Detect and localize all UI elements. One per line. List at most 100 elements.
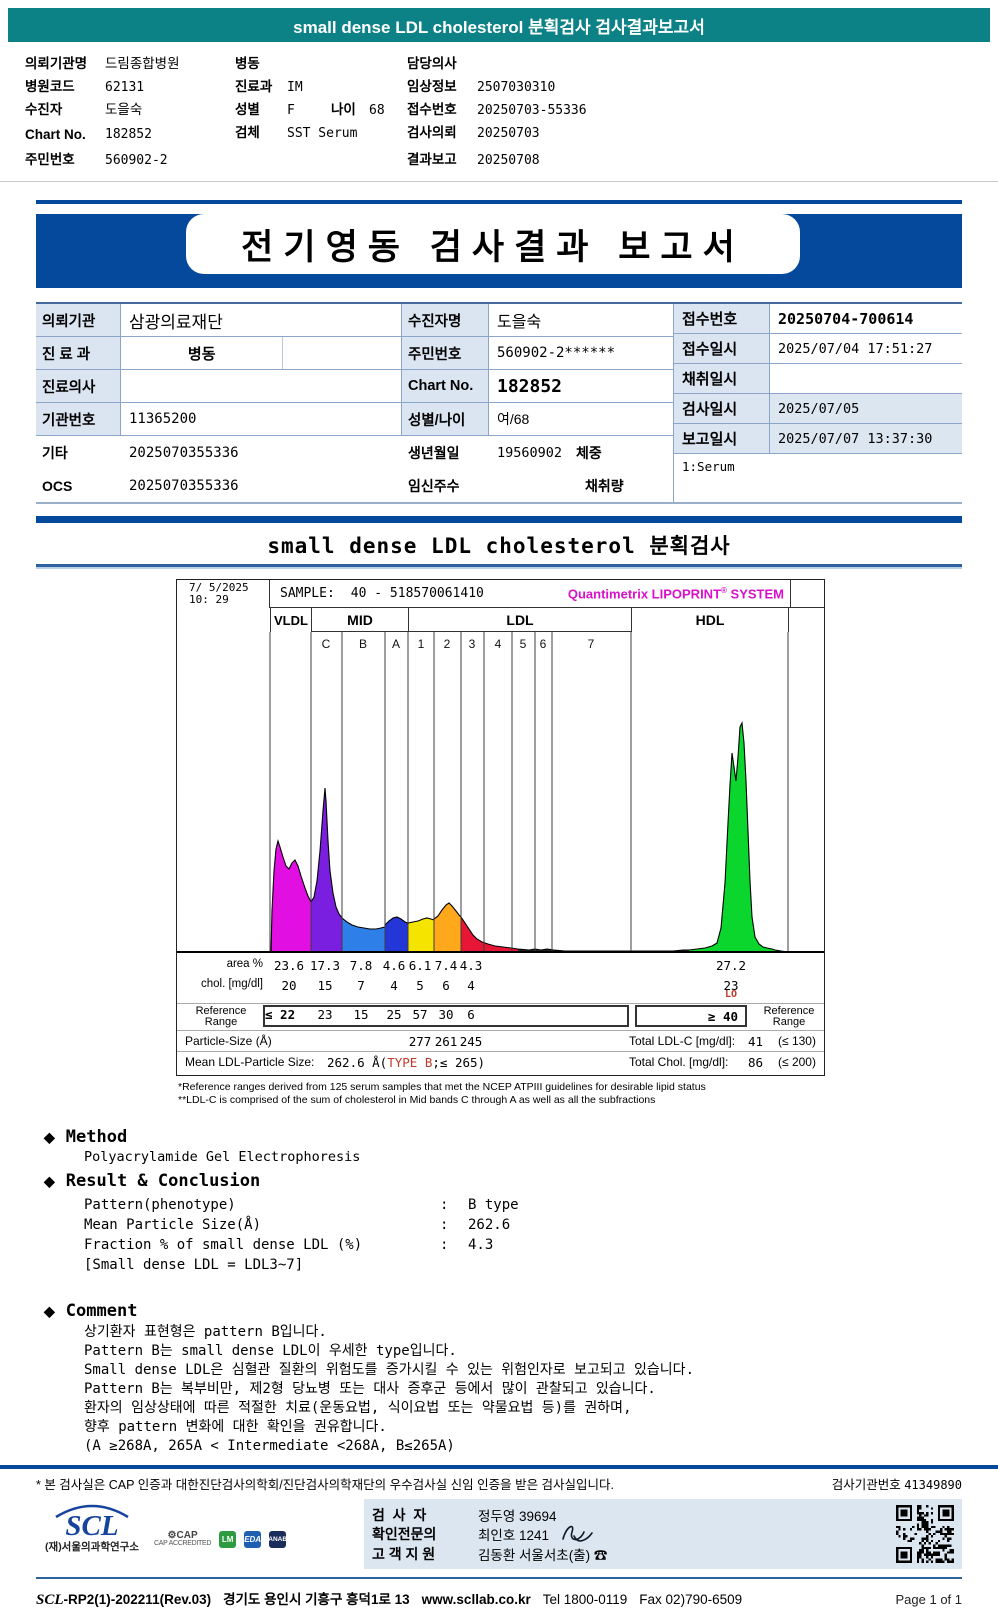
sample-label: SAMPLE: (280, 586, 335, 601)
particle-size-value: 245 (459, 1034, 483, 1049)
band-label-hdl: HDL (631, 608, 788, 632)
anab-cert-logo: ANAB (268, 1531, 287, 1548)
colon: : (440, 1217, 449, 1233)
cell-value: 560902-2****** (497, 345, 616, 361)
cell-value: 여/68 (497, 411, 530, 427)
cell-label: 채취일시 (674, 364, 770, 393)
field-value: 68 (369, 103, 385, 118)
chart-stats: area % 23.6 17.3 7.8 4.6 6.1 7.4 4.3 27.… (177, 955, 824, 1075)
band-label-mid: MID (311, 608, 408, 632)
ref-label-line2: Range (204, 1016, 238, 1028)
band-tail-cell (788, 608, 823, 632)
request-table-right: 접수번호 20250704-700614 접수일시 2025/07/04 17:… (673, 304, 962, 502)
field-label: 결과보고 (407, 152, 457, 167)
svg-text:C: C (322, 637, 331, 651)
field-label: 병원코드 (25, 79, 75, 94)
cell-label: 주민번호 (402, 337, 489, 369)
staff-value: 김동환 서울서초(출) ☎ (478, 1547, 608, 1563)
result-label: Fraction % of small dense LDL (%) (84, 1237, 363, 1253)
comment-line: Small dense LDL은 심혈관 질환의 위험도를 증가시킬 수 있는 … (84, 1362, 694, 1378)
lab-tel: Tel 1800-0119 (542, 1592, 628, 1607)
bottom-line: SCL -RP2(1)-202211(Rev.03) 경기도 용인시 기흥구 흥… (36, 1588, 962, 1609)
staff-row: 확인전문의 최인호 1241 (372, 1525, 888, 1544)
field-value: 드림종합병원 (105, 56, 180, 71)
field-value: IM (287, 80, 303, 95)
table-row: 검사일시 2025/07/05 (674, 394, 962, 424)
field-label: Chart No. (25, 127, 86, 142)
field-value: 2507030310 (477, 80, 556, 95)
table-row: 기관번호 11365200 성별/나이 여/68 (36, 403, 673, 436)
lipoprint-brand: Quantimetrix LIPOPRINT® SYSTEM (568, 586, 784, 601)
signature (562, 1525, 593, 1542)
report-title-bar: small dense LDL cholesterol 분획검사 검사결과보고서 (8, 8, 990, 42)
ref-value: 6 (467, 1007, 475, 1022)
field-label: 접수번호 (407, 102, 457, 117)
scl-logo-text: SCL (65, 1510, 118, 1541)
area-value: 4.3 (459, 958, 483, 973)
total-ldl-ref: (≤ 130) (778, 1034, 816, 1048)
field-label: 나이 (331, 102, 356, 117)
svg-text:4: 4 (495, 637, 502, 651)
heading-text: Comment (65, 1301, 138, 1321)
svg-text:5: 5 (520, 637, 527, 651)
scl-subtitle: (재)서울의과학연구소 (45, 1541, 139, 1553)
svg-text:2: 2 (444, 637, 451, 651)
cell-label: 접수번호 (674, 304, 770, 333)
cell-value: 11365200 (121, 403, 402, 435)
table-row: 접수일시 2025/07/04 17:51:27 (674, 334, 962, 364)
field-value: 20250708 (477, 153, 540, 168)
staff-row: 고 객 지 원 김동환 서울서초(출) ☎ (372, 1544, 888, 1563)
cell-label: 검사일시 (674, 394, 770, 423)
chol-value: 4 (467, 978, 475, 993)
footer-logos: SCL (재)서울의과학연구소 ⚙CAP CAP ACCREDITED LM E… (36, 1499, 354, 1569)
total-chol-ref: (≤ 200) (778, 1055, 816, 1069)
total-chol-label: Total Chol. [mg/dl]: (629, 1055, 729, 1069)
result-note: [Small dense LDL = LDL3~7] (84, 1257, 304, 1273)
banner-title: 전기영동 검사결과 보고서 (241, 227, 745, 267)
doc-code: -RP2(1)-202211(Rev.03) (63, 1592, 212, 1607)
cell-value: 182852 (497, 375, 563, 397)
footer-thin-line (36, 1577, 962, 1579)
row-label: chol. [mg/dl] (201, 978, 263, 990)
comment-line: 환자의 임상상태에 따른 적절한 치료(운동요법, 식이요법 또는 약물요법 등… (84, 1400, 632, 1416)
ref-label-line2: Range (772, 1016, 806, 1028)
heading-text: Result & Conclusion (65, 1171, 261, 1191)
mean-prefix: 262.6 Å( (327, 1055, 388, 1070)
field-value: 20250703 (477, 126, 540, 141)
table-row: OCS 2025070355336 임신주수 채취량 (36, 469, 673, 502)
scl-inline-logo: SCL (36, 1592, 64, 1608)
total-ldl-value: 41 (747, 1034, 763, 1049)
lm-cert-logo: LM (219, 1531, 237, 1548)
report-title: small dense LDL cholesterol 분획검사 검사결과보고서 (293, 17, 705, 37)
field-label: 임상정보 (407, 79, 457, 94)
field-label: 성별 (235, 102, 260, 117)
table-row: 의뢰기관 삼광의료재단 수진자명 도을숙 (36, 304, 673, 337)
cell-label: 보고일시 (674, 424, 770, 453)
field-label: 검사의뢰 (407, 125, 457, 140)
certification-row: * 본 검사실은 CAP 인증과 대한진단검사의학회/진단검사의학재단의 우수검… (36, 1474, 962, 1493)
comment-line: 향후 pattern 변화에 대한 확인을 권유합니다. (84, 1419, 387, 1435)
staff-box: 검 사 자 정두영 39694 확인전문의 최인호 1241 고 객 지 원 김… (364, 1499, 962, 1569)
cell-label: 의뢰기관 (36, 304, 121, 336)
specimen-note: 1:Serum (682, 459, 735, 474)
diamond-icon: ◆ (44, 1302, 55, 1319)
result-value: B type (468, 1197, 519, 1213)
certification-badges: ⚙CAP CAP ACCREDITED LM EDA ANAB (154, 1531, 287, 1548)
comment-line: (A ≥268A, 265A < Intermediate <268A, B≤2… (84, 1438, 455, 1454)
band-label-ldl: LDL (408, 608, 631, 632)
svg-text:B: B (359, 637, 367, 651)
row-label: Reference Range (179, 1006, 263, 1028)
chart-corner-cell (790, 580, 824, 608)
heading-text: Method (65, 1127, 128, 1147)
staff-value: 정두영 39694 (478, 1508, 557, 1524)
svg-text:3: 3 (469, 637, 476, 651)
cell-value: 삼광의료재단 (121, 304, 402, 336)
section-title: small dense LDL cholesterol 분획검사 (267, 534, 731, 558)
cell-label: 임신주수 (408, 477, 460, 494)
low-flag: LO (724, 989, 738, 1000)
cell-label: 생년월일 (408, 444, 460, 461)
band-spacer (177, 608, 270, 632)
reference-box-hdl: ≥ 40 (635, 1005, 747, 1027)
cell-label: 진료의사 (36, 370, 121, 402)
svg-text:A: A (392, 637, 400, 651)
